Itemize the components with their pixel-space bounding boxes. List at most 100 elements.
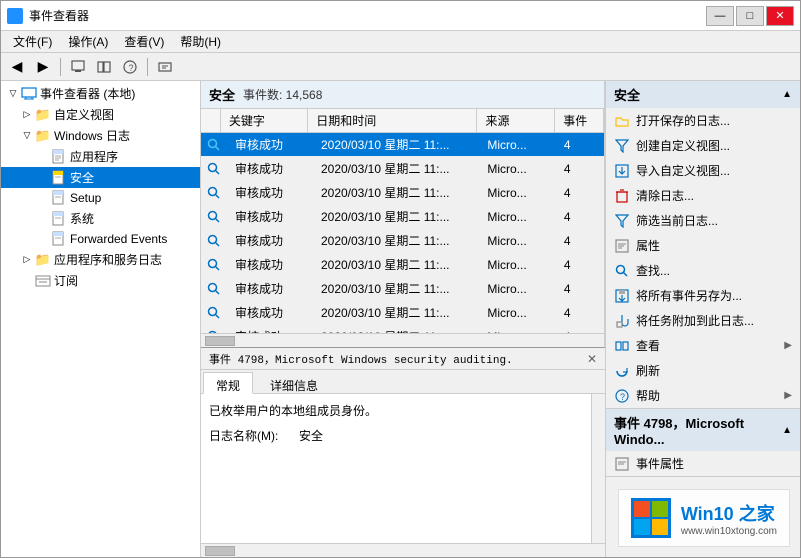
back-button[interactable]: ◀	[5, 56, 29, 78]
expand-root[interactable]: ▽	[5, 86, 21, 102]
watermark-logo	[631, 498, 671, 538]
action-refresh[interactable]: 刷新	[606, 358, 800, 383]
table-row[interactable]: 审核成功 2020/03/10 星期二 11:... Micro... 4	[201, 157, 604, 181]
watermark-main-text: Win10 之家	[681, 500, 777, 526]
tree-item-subscribe[interactable]: 订阅	[1, 270, 200, 291]
tree-label-root: 事件查看器 (本地)	[40, 85, 135, 102]
watermark-sub-text: www.win10xtong.com	[681, 526, 777, 537]
tree-item-security[interactable]: 安全	[1, 167, 200, 188]
log-icon-setup	[51, 190, 67, 206]
detail-close-button[interactable]: ✕	[587, 352, 597, 366]
tree-item-windows-log[interactable]: ▽ 📁 Windows 日志	[1, 125, 200, 146]
action-create-custom[interactable]: 创建自定义视图...	[606, 133, 800, 158]
table-row[interactable]: 审核成功 2020/03/10 星期二 11:... Micro... 4	[201, 301, 604, 325]
events-area: 安全 事件数: 14,568 关键字 日期和时间 来源 事件	[201, 81, 605, 347]
expand-setup	[35, 190, 51, 206]
menu-file[interactable]: 文件(F)	[5, 31, 60, 52]
detail-horizontal-scrollbar[interactable]	[201, 543, 605, 557]
tab-general[interactable]: 常规	[203, 372, 253, 394]
tree-item-custom[interactable]: ▷ 📁 自定义视图	[1, 104, 200, 125]
action-import-custom[interactable]: 导入自定义视图...	[606, 158, 800, 183]
menu-help[interactable]: 帮助(H)	[172, 31, 229, 52]
tree-item-system[interactable]: 系统	[1, 208, 200, 229]
action-view[interactable]: 查看 ▶	[606, 333, 800, 358]
detail-scrollbar[interactable]	[591, 394, 605, 543]
table-row[interactable]: 审核成功 2020/03/10 星期二 11:... Micro... 4	[201, 229, 604, 253]
table-row[interactable]: 审核成功 2020/03/10 星期二 11:... Micro... 4	[201, 205, 604, 229]
action-properties[interactable]: 属性	[606, 233, 800, 258]
action-filter[interactable]: 筛选当前日志...	[606, 208, 800, 233]
table-row[interactable]: 审核成功 2020/03/10 星期二 11:... Micro... 4	[201, 181, 604, 205]
tree-panel: ▽ 事件查看器 (本地) ▷ 📁 自定义视图 ▽ 📁 Windows 日志	[1, 81, 201, 557]
row-search-icon	[205, 184, 223, 202]
forward-button[interactable]: ▶	[31, 56, 55, 78]
row-eventid: 4	[556, 279, 604, 299]
row-datetime: 2020/03/10 星期二 11:...	[313, 205, 479, 228]
action-clear-log[interactable]: 清除日志...	[606, 183, 800, 208]
row-keyword: 审核成功	[227, 253, 313, 276]
tree-label-app: 应用程序	[70, 148, 118, 165]
up-button[interactable]	[66, 56, 90, 78]
tree-item-app-service[interactable]: ▷ 📁 应用程序和服务日志	[1, 249, 200, 270]
action-open-saved[interactable]: 打开保存的日志...	[606, 108, 800, 133]
th-keyword[interactable]: 关键字	[221, 109, 308, 132]
detail-field-value: 安全	[299, 427, 323, 444]
window-title: 事件查看器	[29, 7, 89, 24]
tree-item-forwarded[interactable]: Forwarded Events	[1, 229, 200, 249]
action-find[interactable]: 查找...	[606, 258, 800, 283]
row-search-icon	[205, 232, 223, 250]
actions-section-event: 事件 4798，Microsoft Windo... ▲ 事件属性	[606, 409, 800, 477]
toolbar: ◀ ▶ ?	[1, 53, 800, 81]
svg-text:?: ?	[620, 392, 625, 402]
actions-section-title-event[interactable]: 事件 4798，Microsoft Windo... ▲	[606, 409, 800, 451]
table-row[interactable]: 审核成功 2020/03/10 星期二 11:... Micro... 4	[201, 325, 604, 333]
help-button[interactable]: ?	[118, 56, 142, 78]
th-eventid[interactable]: 事件	[555, 109, 604, 132]
action-event-properties[interactable]: 事件属性	[606, 451, 800, 476]
find-icon	[614, 263, 630, 279]
row-eventid: 4	[556, 231, 604, 251]
row-datetime: 2020/03/10 星期二 11:...	[313, 301, 479, 324]
table-row[interactable]: 审核成功 2020/03/10 星期二 11:... Micro... 4	[201, 133, 604, 157]
toolbar-separator-2	[147, 58, 148, 76]
action-attach-task[interactable]: 将任务附加到此日志...	[606, 308, 800, 333]
table-horizontal-scrollbar[interactable]	[201, 333, 604, 347]
row-eventid: 4	[556, 159, 604, 179]
th-source[interactable]: 来源	[477, 109, 555, 132]
row-datetime: 2020/03/10 星期二 11:...	[313, 277, 479, 300]
folder-icon-windows: 📁	[35, 128, 51, 144]
tab-details[interactable]: 详细信息	[257, 372, 331, 393]
minimize-button[interactable]: —	[706, 6, 734, 26]
action-save-all[interactable]: 将所有事件另存为...	[606, 283, 800, 308]
row-search-icon	[205, 136, 223, 154]
tree-item-root[interactable]: ▽ 事件查看器 (本地)	[1, 83, 200, 104]
action-refresh-label: 刷新	[636, 362, 660, 379]
menu-action[interactable]: 操作(A)	[60, 31, 116, 52]
maximize-button[interactable]: □	[736, 6, 764, 26]
table-row[interactable]: 审核成功 2020/03/10 星期二 11:... Micro... 4	[201, 277, 604, 301]
events-count: 事件数: 14,568	[243, 86, 322, 103]
expand-app-service[interactable]: ▷	[19, 252, 35, 268]
table-row[interactable]: 审核成功 2020/03/10 星期二 11:... Micro... 4	[201, 253, 604, 277]
row-keyword: 审核成功	[227, 157, 313, 180]
properties-button[interactable]	[153, 56, 177, 78]
tree-item-setup[interactable]: Setup	[1, 188, 200, 208]
tree-item-app[interactable]: 应用程序	[1, 146, 200, 167]
center-panel: 安全 事件数: 14,568 关键字 日期和时间 来源 事件	[201, 81, 605, 557]
logo-green	[652, 501, 668, 517]
action-help[interactable]: ? 帮助 ▶	[606, 383, 800, 408]
expand-windows-log[interactable]: ▽	[19, 128, 35, 144]
menu-view[interactable]: 查看(V)	[116, 31, 172, 52]
close-button[interactable]: ✕	[766, 6, 794, 26]
row-datetime: 2020/03/10 星期二 11:...	[313, 325, 479, 333]
table-header: 关键字 日期和时间 来源 事件	[201, 109, 604, 133]
actions-section-title-security[interactable]: 安全 ▲	[606, 81, 800, 108]
row-eventid: 4	[556, 255, 604, 275]
actions-section-security: 安全 ▲ 打开保存的日志... 创建自定义视图...	[606, 81, 800, 409]
show-hide-button[interactable]	[92, 56, 116, 78]
expand-custom[interactable]: ▷	[19, 107, 35, 123]
th-datetime[interactable]: 日期和时间	[308, 109, 477, 132]
row-datetime: 2020/03/10 星期二 11:...	[313, 181, 479, 204]
actions-event-label: 事件 4798，Microsoft Windo...	[614, 413, 782, 447]
tree-label-windows-log: Windows 日志	[54, 127, 130, 144]
